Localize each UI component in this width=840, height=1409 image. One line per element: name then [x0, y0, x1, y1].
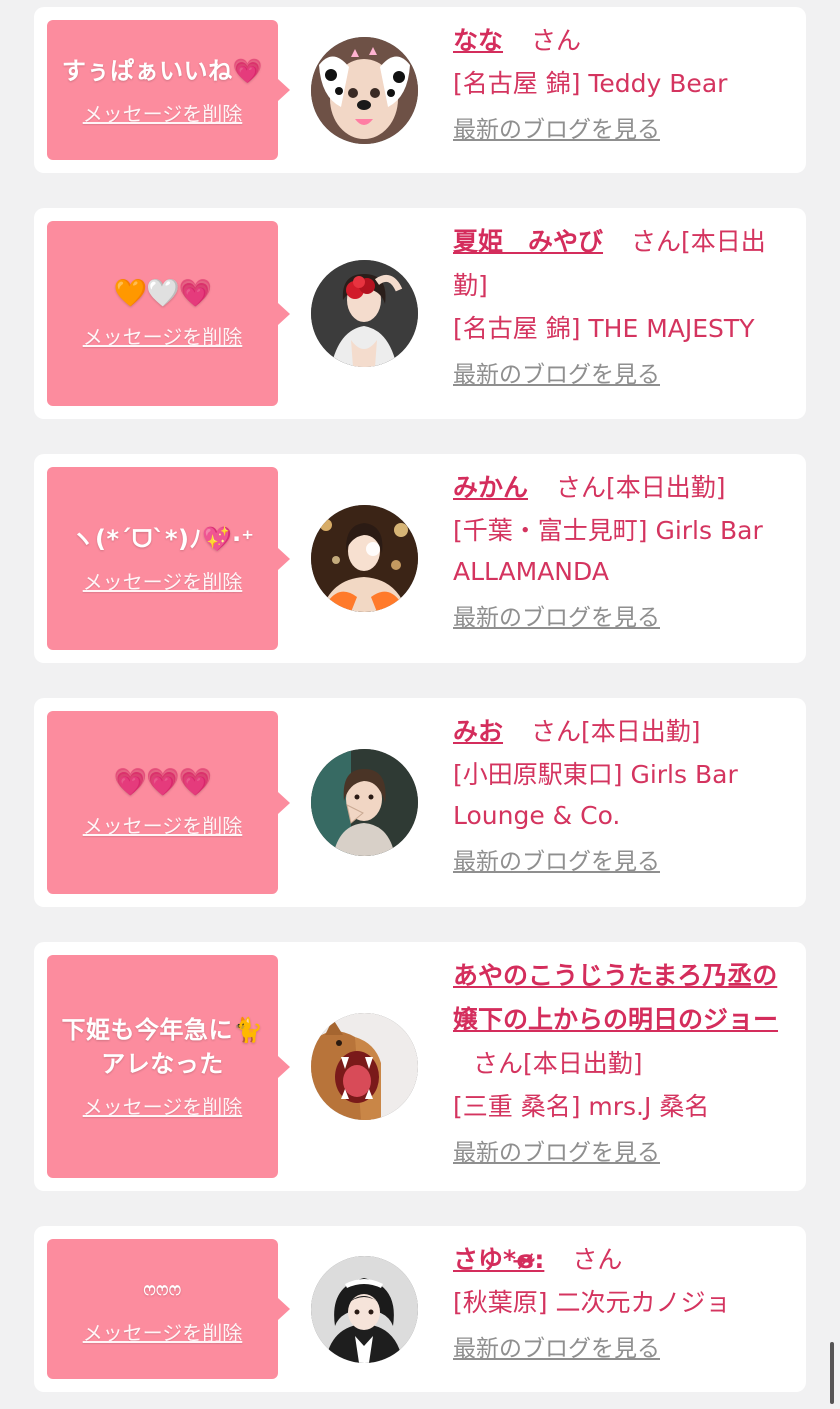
sender-name-link[interactable]: みお [453, 717, 503, 746]
delete-message-link[interactable]: メッセージを削除 [83, 98, 243, 127]
avatar[interactable] [311, 1256, 418, 1363]
delete-message-link[interactable]: メッセージを削除 [83, 810, 243, 839]
sender-info: 夏姫 みやび さん[本日出勤] [名古屋 錦] THE MAJESTY 最新のブ… [453, 220, 798, 397]
sender-name-link[interactable]: さゆ*ɞ̴̶̷: [453, 1245, 544, 1274]
message-text: ヽ(*´ᗜ`*)ﾉ💖‧⁺ [70, 525, 255, 553]
sender-name-link[interactable]: あやのこうじうたまろ乃丞の嬢下の上からの明日のジョー [453, 961, 778, 1034]
avatar[interactable] [311, 37, 418, 144]
honorific-suffix: さん [572, 1245, 623, 1274]
delete-message-link[interactable]: メッセージを削除 [83, 1317, 243, 1346]
shop-label: [千葉・富士見町] Girls Bar ALLAMANDA [453, 516, 763, 586]
message-bubble: 下姫も今年急に🐈アレなった メッセージを削除 [47, 955, 290, 1178]
latest-blog-link[interactable]: 最新のブログを見る [453, 840, 660, 884]
scrollbar[interactable] [830, 1342, 834, 1404]
message-card: 💗💗💗 メッセージを削除 みお さん[本日出勤] [小田原駅東口] Girls … [34, 698, 806, 907]
avatar[interactable] [311, 749, 418, 856]
message-bubble: すぅぱぁいいね💗 メッセージを削除 [47, 20, 290, 160]
message-bubble: ヽ(*´ᗜ`*)ﾉ💖‧⁺ メッセージを削除 [47, 467, 290, 650]
delete-message-link[interactable]: メッセージを削除 [83, 1091, 243, 1120]
message-bubble: ෆෆෆ メッセージを削除 [47, 1239, 290, 1379]
message-text: 💗💗💗 [113, 767, 213, 798]
woman-maid-icon [311, 1256, 418, 1363]
latest-blog-link[interactable]: 最新のブログを見る [453, 108, 660, 152]
message-card: ヽ(*´ᗜ`*)ﾉ💖‧⁺ メッセージを削除 みかん さん[本日出勤] [千葉・富… [34, 454, 806, 663]
message-text: すぅぱぁいいね💗 [61, 56, 264, 85]
delete-message-link[interactable]: メッセージを削除 [83, 321, 243, 350]
attendance-status: [本日出勤] [605, 473, 726, 502]
sender-info: みお さん[本日出勤] [小田原駅東口] Girls Bar Lounge & … [453, 710, 798, 884]
woman-bokeh-icon [311, 505, 418, 612]
sender-info: なな さん [名古屋 錦] Teddy Bear 最新のブログを見る [453, 19, 798, 152]
shop-label: [名古屋 錦] Teddy Bear [453, 69, 728, 98]
shop-label: [小田原駅東口] Girls Bar Lounge & Co. [453, 760, 738, 830]
sender-name-link[interactable]: みかん [453, 473, 528, 502]
attendance-status: [本日出勤] [523, 1049, 643, 1078]
sender-info: あやのこうじうたまろ乃丞の嬢下の上からの明日のジョー さん[本日出勤] [三重 … [453, 954, 798, 1175]
message-bubble: 🧡🤍💗 メッセージを削除 [47, 221, 290, 406]
shop-label: [名古屋 錦] THE MAJESTY [453, 314, 755, 343]
message-text: 下姫も今年急に🐈アレなった [61, 1016, 264, 1078]
message-card: ෆෆෆ メッセージを削除 さゆ*ɞ̴̶̷: さん [秋葉原] 二次元カノジョ 最… [34, 1226, 806, 1392]
delete-message-link[interactable]: メッセージを削除 [83, 566, 243, 595]
sender-name-link[interactable]: 夏姫 みやび [453, 227, 603, 256]
honorific-suffix: さん [530, 26, 581, 55]
message-card: すぅぱぁいいね💗 メッセージを削除 なな さん [名古屋 錦] Teddy Be… [34, 7, 806, 173]
honorific-suffix: さん [473, 1049, 524, 1078]
message-card: 🧡🤍💗 メッセージを削除 夏姫 みやび さん[本日出勤] [名古屋 錦] THE [34, 208, 806, 419]
woman-selfie-icon [311, 749, 418, 856]
woman-with-rose-icon [311, 260, 418, 367]
message-feed: すぅぱぁいいね💗 メッセージを削除 なな さん [名古屋 錦] Teddy Be… [0, 0, 840, 1409]
honorific-suffix: さん [630, 227, 681, 256]
shop-label: [三重 桑名] mrs.J 桑名 [453, 1092, 710, 1121]
latest-blog-link[interactable]: 最新のブログを見る [453, 1131, 660, 1175]
shop-label: [秋葉原] 二次元カノジョ [453, 1288, 731, 1317]
message-card: 下姫も今年急に🐈アレなった メッセージを削除 あやのこうじうたまろ乃丞の嬢下の上… [34, 942, 806, 1191]
yawning-cat-icon [311, 1013, 418, 1120]
dog-filter-face-icon [311, 37, 418, 144]
message-text: 🧡🤍💗 [113, 278, 213, 309]
latest-blog-link[interactable]: 最新のブログを見る [453, 353, 660, 397]
avatar[interactable] [311, 260, 418, 367]
honorific-suffix: さん [555, 473, 606, 502]
sender-info: みかん さん[本日出勤] [千葉・富士見町] Girls Bar ALLAMAN… [453, 466, 798, 640]
avatar[interactable] [311, 1013, 418, 1120]
honorific-suffix: さん [530, 717, 581, 746]
message-text: ෆෆෆ [143, 1278, 182, 1300]
sender-name-link[interactable]: なな [453, 26, 503, 55]
sender-info: さゆ*ɞ̴̶̷: さん [秋葉原] 二次元カノジョ 最新のブログを見る [453, 1238, 798, 1371]
latest-blog-link[interactable]: 最新のブログを見る [453, 596, 660, 640]
avatar[interactable] [311, 505, 418, 612]
latest-blog-link[interactable]: 最新のブログを見る [453, 1327, 660, 1371]
message-bubble: 💗💗💗 メッセージを削除 [47, 711, 290, 894]
attendance-status: [本日出勤] [580, 717, 701, 746]
